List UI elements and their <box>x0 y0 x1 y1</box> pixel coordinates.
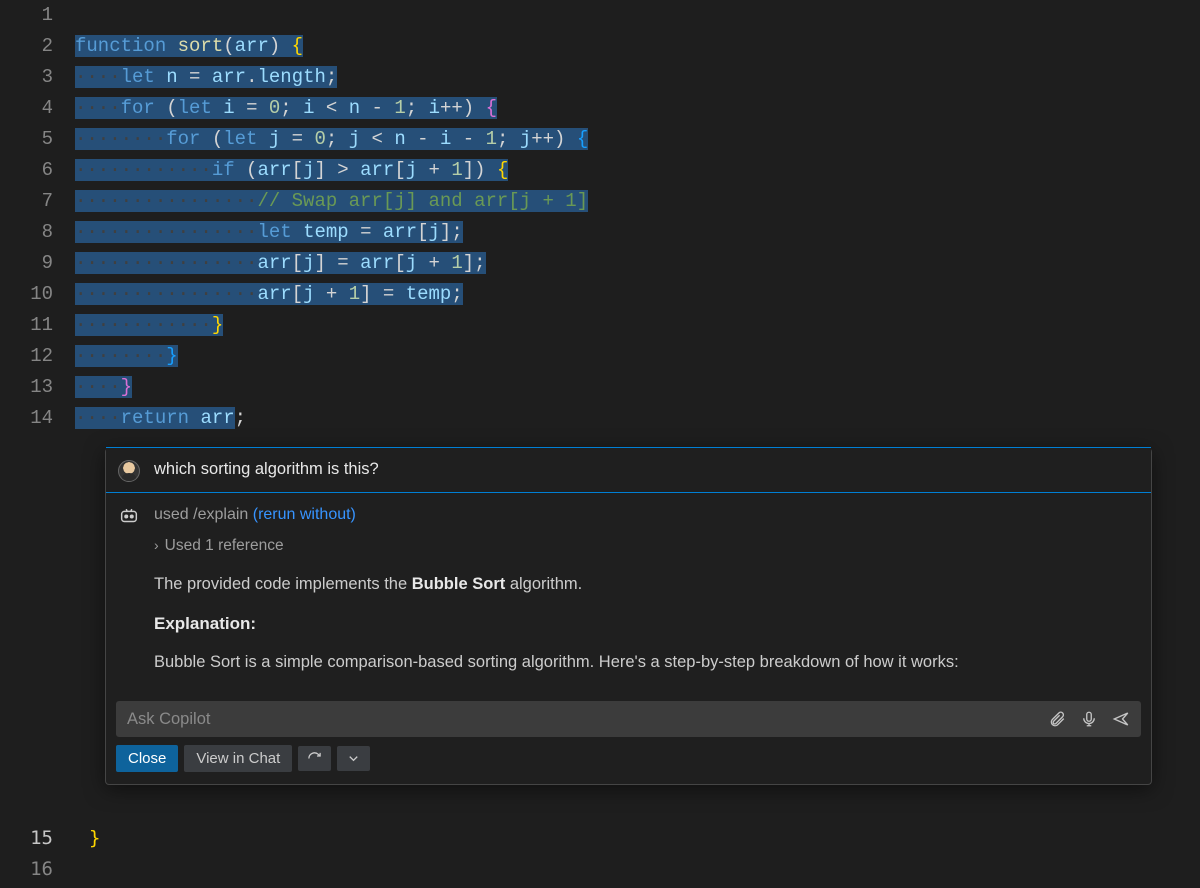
rerun-without-link[interactable]: (rerun without) <box>253 506 356 523</box>
code-line[interactable]: function sort(arr) { <box>75 31 1200 62</box>
line-gutter: 15 16 <box>0 823 75 885</box>
copilot-icon <box>118 505 140 527</box>
code-line[interactable]: ····} <box>75 372 1200 403</box>
line-number: 2 <box>0 31 53 62</box>
code-line[interactable]: } <box>89 823 100 854</box>
code-line[interactable]: ········for (let j = 0; j < n - i - 1; j… <box>75 124 1200 155</box>
code-line[interactable]: ················arr[j + 1] = temp; <box>75 279 1200 310</box>
microphone-icon[interactable] <box>1078 708 1100 730</box>
line-number: 6 <box>0 155 53 186</box>
response-paragraph: Bubble Sort is a simple comparison-based… <box>154 650 1137 676</box>
attach-icon[interactable] <box>1046 708 1068 730</box>
chat-input-row <box>116 701 1141 737</box>
code-line[interactable]: ············} <box>75 310 1200 341</box>
line-number: 10 <box>0 279 53 310</box>
code-line[interactable]: ················arr[j] = arr[j + 1]; <box>75 248 1200 279</box>
code-editor[interactable]: 1 2 3 4 5 6 7 8 9 10 11 12 13 14 functio… <box>0 0 1200 434</box>
line-number: 7 <box>0 186 53 217</box>
response-paragraph: The provided code implements the Bubble … <box>154 572 1137 598</box>
code-line[interactable]: ····for (let i = 0; i < n - 1; i++) { <box>75 93 1200 124</box>
line-number: 4 <box>0 93 53 124</box>
code-content[interactable]: } <box>75 823 100 885</box>
code-line[interactable]: ····return arr; <box>75 403 1200 434</box>
chat-actions: Close View in Chat <box>106 745 1151 784</box>
inline-chat-panel: which sorting algorithm is this? used /e… <box>105 448 1152 785</box>
response-body: used /explain (rerun without) ›Used 1 re… <box>154 503 1137 689</box>
close-button[interactable]: Close <box>116 745 178 772</box>
code-line[interactable]: ····let n = arr.length; <box>75 62 1200 93</box>
chat-response-row: used /explain (rerun without) ›Used 1 re… <box>106 493 1151 695</box>
regenerate-button[interactable] <box>298 746 331 771</box>
line-number: 15 <box>0 823 53 854</box>
code-line[interactable] <box>75 0 1200 31</box>
send-icon[interactable] <box>1110 708 1132 730</box>
chat-input[interactable] <box>127 710 1036 729</box>
code-line[interactable]: ········} <box>75 341 1200 372</box>
line-number: 9 <box>0 248 53 279</box>
code-line[interactable]: ················let temp = arr[j]; <box>75 217 1200 248</box>
response-meta: used /explain (rerun without) <box>154 503 1137 528</box>
reference-toggle[interactable]: ›Used 1 reference <box>154 534 1137 558</box>
line-number: 16 <box>0 854 53 885</box>
code-line[interactable]: ················// Swap arr[j] and arr[j… <box>75 186 1200 217</box>
line-gutter: 1 2 3 4 5 6 7 8 9 10 11 12 13 14 <box>0 0 75 434</box>
user-question: which sorting algorithm is this? <box>154 458 1137 482</box>
line-number: 5 <box>0 124 53 155</box>
chat-user-row: which sorting algorithm is this? <box>106 447 1151 493</box>
code-line[interactable]: ············if (arr[j] > arr[j + 1]) { <box>75 155 1200 186</box>
line-number: 3 <box>0 62 53 93</box>
line-number: 13 <box>0 372 53 403</box>
line-number: 12 <box>0 341 53 372</box>
code-line[interactable] <box>89 854 100 885</box>
line-number: 8 <box>0 217 53 248</box>
view-in-chat-button[interactable]: View in Chat <box>184 745 292 772</box>
line-number: 1 <box>0 0 53 31</box>
more-button[interactable] <box>337 746 370 771</box>
code-content[interactable]: function sort(arr) { ····let n = arr.len… <box>75 0 1200 434</box>
response-heading: Explanation: <box>154 611 1137 637</box>
chevron-right-icon: › <box>154 535 159 557</box>
line-number: 11 <box>0 310 53 341</box>
code-editor-bottom[interactable]: 15 16 } <box>0 823 100 885</box>
line-number: 14 <box>0 403 53 434</box>
user-avatar-icon <box>118 460 140 482</box>
